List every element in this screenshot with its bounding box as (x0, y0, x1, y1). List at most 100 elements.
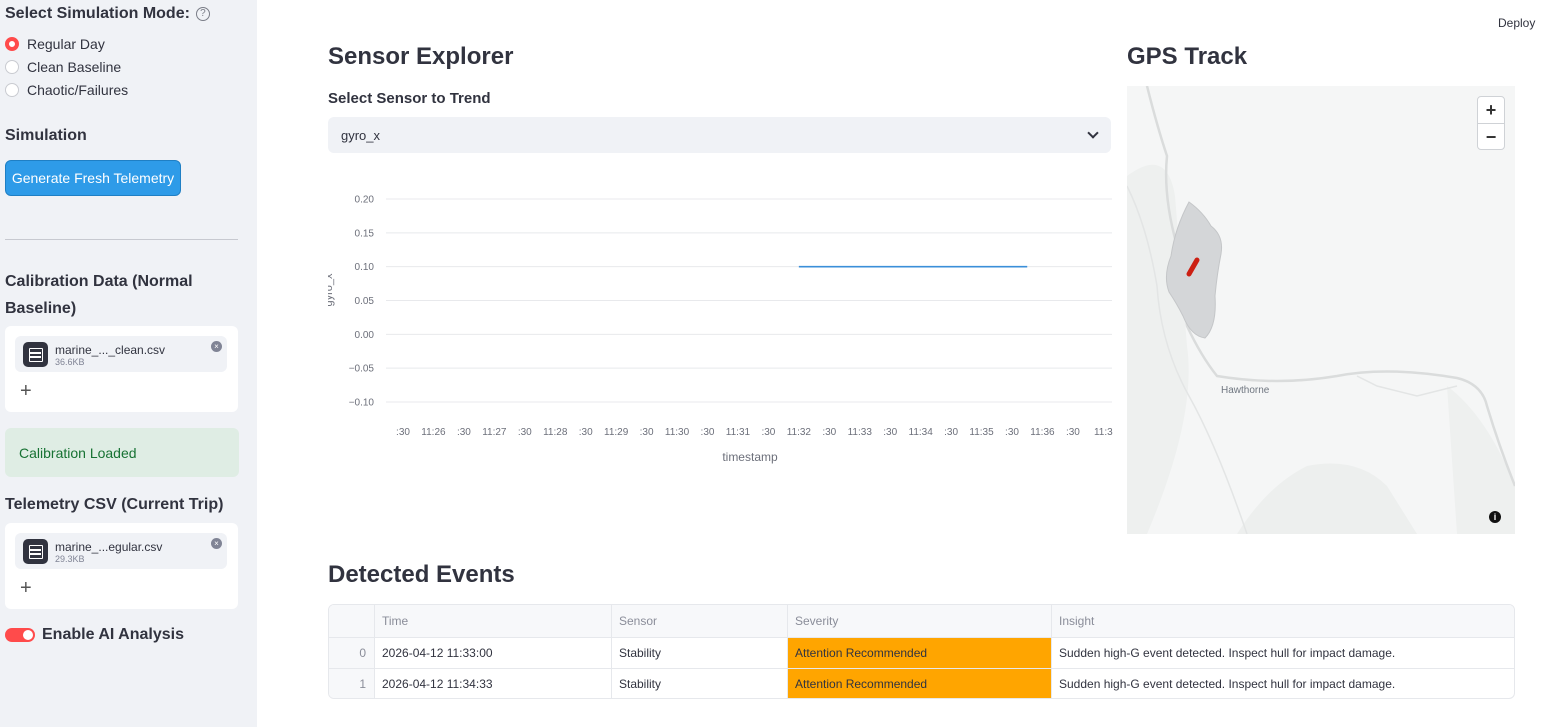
telemetry-file-uploader[interactable]: marine_...egular.csv 29.3KB × + (5, 523, 238, 609)
uploaded-file-chip: marine_..._clean.csv 36.6KB × (15, 336, 227, 372)
gps-track-title: GPS Track (1127, 43, 1248, 70)
radio-label: Chaotic/Failures (27, 82, 129, 98)
x-tick-label: :30 (457, 427, 471, 438)
x-tick-label: :30 (396, 427, 410, 438)
table-row[interactable]: 1 2026-04-12 11:34:33 Stability Attentio… (329, 668, 1514, 698)
y-tick-label: 0.05 (355, 296, 375, 307)
ai-analysis-toggle-row[interactable]: Enable AI Analysis (5, 626, 184, 644)
x-tick-label: :30 (640, 427, 654, 438)
generate-telemetry-button[interactable]: Generate Fresh Telemetry (5, 160, 181, 196)
x-tick-label: 11:29 (604, 427, 629, 438)
calibration-status-text: Calibration Loaded (19, 444, 137, 461)
chart-x-ticks: :30 11:26:30 11:27:30 11:28:30 11:29:30 11:30… (396, 427, 1113, 438)
x-tick-label: :30 (944, 427, 958, 438)
y-tick-label: 0.20 (355, 195, 375, 206)
ai-analysis-label: Enable AI Analysis (42, 626, 184, 643)
radio-selected-icon[interactable] (5, 37, 19, 51)
chevron-down-icon (1087, 127, 1099, 139)
gps-map[interactable]: Hawthorne + − i (1127, 86, 1515, 534)
add-file-icon[interactable]: + (20, 381, 32, 401)
table-file-icon (23, 342, 48, 367)
column-header-sensor[interactable]: Sensor (612, 605, 788, 637)
sidebar: Select Simulation Mode: ? Regular Day Cl… (0, 0, 257, 727)
radio-regular-day[interactable]: Regular Day (5, 36, 105, 52)
column-header-insight[interactable]: Insight (1052, 605, 1514, 637)
y-tick-label: 0.00 (355, 330, 375, 341)
simulation-mode-title: Select Simulation Mode: ? (5, 5, 210, 23)
radio-label: Clean Baseline (27, 59, 122, 75)
cell-time[interactable]: 2026-04-12 11:34:33 (375, 669, 612, 698)
file-size: 29.3KB (55, 554, 85, 564)
cell-severity[interactable]: Attention Recommended (788, 669, 1052, 698)
x-tick-label: :30 (1066, 427, 1080, 438)
x-tick-label: 11:28 (543, 427, 568, 438)
simulation-mode-label: Select Simulation Mode: (5, 5, 190, 22)
remove-file-icon[interactable]: × (211, 538, 222, 549)
x-tick-label: :30 (1005, 427, 1019, 438)
column-header-time[interactable]: Time (375, 605, 612, 637)
row-index: 1 (329, 669, 375, 698)
x-tick-label: 11:3 (1094, 427, 1113, 438)
file-name: marine_..._clean.csv (55, 343, 166, 357)
x-axis-label: timestamp (722, 450, 778, 464)
calibration-heading: Calibration Data (Normal Baseline) (5, 273, 193, 317)
ai-analysis-toggle[interactable] (5, 628, 35, 642)
help-icon[interactable]: ? (195, 7, 210, 21)
zoom-in-button[interactable]: + (1478, 97, 1504, 123)
sensor-select[interactable]: gyro_x (328, 117, 1111, 153)
chart-y-ticks: 0.20 0.15 0.10 0.05 0.00 −0.05 −0.10 (349, 195, 375, 409)
calibration-status-alert: Calibration Loaded (5, 428, 239, 477)
radio-unselected-icon[interactable] (5, 83, 19, 97)
detected-events-title: Detected Events (328, 561, 515, 588)
sidebar-divider (5, 239, 238, 240)
table-row[interactable]: 0 2026-04-12 11:33:00 Stability Attentio… (329, 637, 1514, 668)
file-name: marine_...egular.csv (55, 540, 163, 554)
add-file-icon[interactable]: + (20, 578, 32, 598)
remove-file-icon[interactable]: × (211, 341, 222, 352)
x-tick-label: 11:32 (787, 427, 812, 438)
chart-grid (386, 198, 1112, 403)
radio-clean-baseline[interactable]: Clean Baseline (5, 59, 121, 75)
y-tick-label: −0.10 (349, 398, 375, 409)
column-header-index[interactable] (329, 605, 375, 637)
cell-time[interactable]: 2026-04-12 11:33:00 (375, 638, 612, 668)
simulation-heading: Simulation (5, 127, 87, 144)
cell-insight[interactable]: Sudden high-G event detected. Inspect hu… (1052, 638, 1514, 668)
zoom-out-button[interactable]: − (1478, 123, 1504, 149)
sensor-select-value: gyro_x (341, 127, 381, 143)
table-file-icon (23, 539, 48, 564)
x-tick-label: :30 (518, 427, 532, 438)
x-tick-label: :30 (883, 427, 897, 438)
info-icon[interactable]: i (1489, 511, 1501, 523)
radio-chaotic-failures[interactable]: Chaotic/Failures (5, 82, 128, 98)
y-axis-label: gyro_x (328, 273, 335, 307)
events-table[interactable]: Time Sensor Severity Insight 0 2026-04-1… (328, 604, 1515, 699)
row-index: 0 (329, 638, 375, 668)
x-tick-label: :30 (822, 427, 836, 438)
sensor-explorer-title: Sensor Explorer (328, 43, 514, 70)
cell-insight[interactable]: Sudden high-G event detected. Inspect hu… (1052, 669, 1514, 698)
x-tick-label: :30 (579, 427, 593, 438)
deploy-button[interactable]: Deploy (1498, 16, 1535, 30)
radio-unselected-icon[interactable] (5, 60, 19, 74)
telemetry-heading: Telemetry CSV (Current Trip) (5, 496, 224, 513)
x-tick-label: 11:27 (482, 427, 507, 438)
map-zoom-control: + − (1477, 96, 1505, 150)
sensor-line-chart: 0.20 0.15 0.10 0.05 0.00 −0.05 −0.10 :30 11:26:… (328, 195, 1113, 465)
uploaded-file-chip: marine_...egular.csv 29.3KB × (15, 533, 227, 569)
y-tick-label: −0.05 (349, 364, 375, 375)
calibration-file-uploader[interactable]: marine_..._clean.csv 36.6KB × + (5, 326, 238, 412)
cell-sensor[interactable]: Stability (612, 669, 788, 698)
x-tick-label: 11:34 (909, 427, 934, 438)
map-canvas (1127, 86, 1515, 534)
x-tick-label: 11:36 (1030, 427, 1055, 438)
x-tick-label: 11:33 (848, 427, 873, 438)
x-tick-label: :30 (701, 427, 715, 438)
x-tick-label: :30 (761, 427, 775, 438)
column-header-severity[interactable]: Severity (788, 605, 1052, 637)
x-tick-label: 11:35 (969, 427, 994, 438)
cell-sensor[interactable]: Stability (612, 638, 788, 668)
sensor-select-label: Select Sensor to Trend (328, 90, 491, 107)
x-tick-label: 11:26 (421, 427, 446, 438)
cell-severity[interactable]: Attention Recommended (788, 638, 1052, 668)
